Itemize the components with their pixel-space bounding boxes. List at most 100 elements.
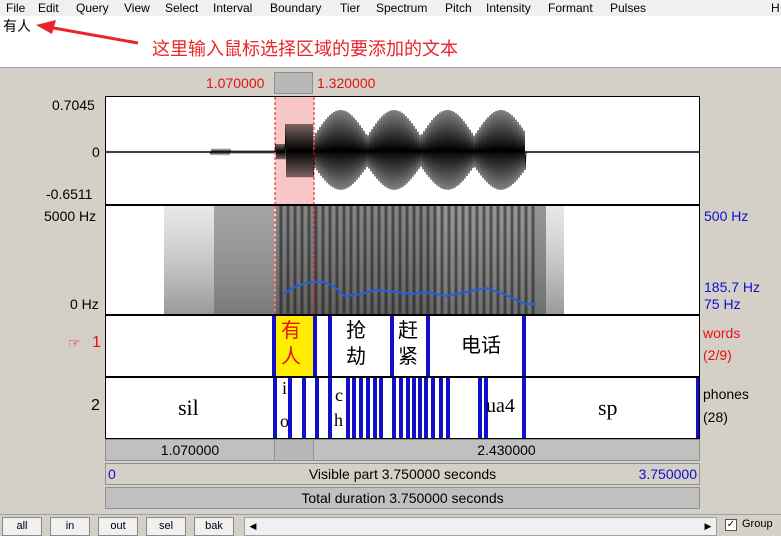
tier2-boundary[interactable] xyxy=(273,378,277,439)
tier1-boundary[interactable] xyxy=(328,316,332,376)
spectrogram-plot xyxy=(164,206,564,314)
tier2-boundary[interactable] xyxy=(446,378,450,439)
spectrogram-bottom-label: 0 Hz xyxy=(70,296,99,312)
tier2-boundary[interactable] xyxy=(439,378,443,439)
menu-select[interactable]: Select xyxy=(165,1,198,15)
tier2-boundary[interactable] xyxy=(352,378,356,439)
annotation-text: 这里输入鼠标选择区域的要添加的文本 xyxy=(152,39,458,59)
selected-interval[interactable]: 有 人 xyxy=(275,316,314,376)
tier2-boundary[interactable] xyxy=(346,378,350,439)
interval-text-field[interactable]: 有人 这里输入鼠标选择区域的要添加的文本 xyxy=(0,16,781,68)
tier2-boundary[interactable] xyxy=(418,378,422,439)
group-label: Group xyxy=(742,518,773,530)
tier2-boundary[interactable] xyxy=(359,378,363,439)
tier2-boundary[interactable] xyxy=(478,378,482,439)
tier1-interval-label[interactable]: 电话 xyxy=(461,333,501,359)
selection-header-box[interactable] xyxy=(274,72,313,94)
menu-interval[interactable]: Interval xyxy=(213,1,252,15)
tier2-count: (28) xyxy=(703,409,728,425)
segment-left-cell[interactable]: 1.070000 xyxy=(106,440,275,460)
tier1-count: (2/9) xyxy=(703,347,732,363)
menu-query[interactable]: Query xyxy=(76,1,109,15)
zoom-selection-button[interactable]: sel xyxy=(146,517,186,536)
scroll-left-icon[interactable]: ◀ xyxy=(246,519,260,534)
scroll-right-icon[interactable]: ▶ xyxy=(701,519,715,534)
selected-interval-label: 有 人 xyxy=(281,320,301,368)
visible-part-strip[interactable]: 0 Visible part 3.750000 seconds 3.750000 xyxy=(105,463,700,485)
tier2-interval-label[interactable]: o xyxy=(280,411,289,432)
tier2-phones[interactable]: sil i o c h ua4 sp xyxy=(105,377,700,439)
menu-file[interactable]: File xyxy=(6,1,25,15)
tier1-boundary[interactable] xyxy=(313,316,317,376)
tier2-number[interactable]: 2 xyxy=(91,397,100,415)
menu-spectrum[interactable]: Spectrum xyxy=(376,1,427,15)
menu-edit[interactable]: Edit xyxy=(38,1,59,15)
pitch-top-label: 500 Hz xyxy=(704,208,749,224)
tier1-interval-label[interactable]: 抢 劫 xyxy=(346,318,366,370)
selection-end-time: 1.320000 xyxy=(317,75,376,91)
tier2-boundary[interactable] xyxy=(328,378,332,439)
tier2-boundary[interactable] xyxy=(696,378,700,439)
total-duration-strip[interactable]: Total duration 3.750000 seconds xyxy=(105,487,700,509)
tier1-name: words xyxy=(703,325,741,341)
tier2-boundary[interactable] xyxy=(302,378,306,439)
tier2-boundary[interactable] xyxy=(392,378,396,439)
segment-right-cell[interactable]: 2.430000 xyxy=(314,440,699,460)
tier1-interval-label[interactable]: 赶 紧 xyxy=(398,318,418,370)
selection-start-time: 1.070000 xyxy=(206,75,265,91)
horizontal-scrollbar[interactable]: ◀ ▶ xyxy=(244,517,717,536)
bottom-toolbar: all in out sel bak ◀ ▶ ✓ Group xyxy=(0,514,781,536)
tier1-boundary[interactable] xyxy=(390,316,394,376)
zoom-out-button[interactable]: out xyxy=(98,517,138,536)
pitch-bottom-label: 75 Hz xyxy=(704,296,741,312)
pitch-value-label: 185.7 Hz xyxy=(704,279,761,295)
visible-end: 3.750000 xyxy=(638,466,697,482)
menu-pitch[interactable]: Pitch xyxy=(445,1,472,15)
menu-intensity[interactable]: Intensity xyxy=(486,1,531,15)
segment-right-time: 2.430000 xyxy=(477,442,536,458)
menu-formant[interactable]: Formant xyxy=(548,1,593,15)
tier2-boundary[interactable] xyxy=(315,378,319,439)
tier2-interval-label[interactable]: sil xyxy=(178,395,199,421)
tier2-boundary[interactable] xyxy=(366,378,370,439)
tier2-interval-label[interactable]: c xyxy=(335,385,343,406)
tier2-interval-label[interactable]: h xyxy=(334,410,343,431)
tier1-pointer-icon: ☞ xyxy=(68,335,81,351)
zoom-in-button[interactable]: in xyxy=(50,517,90,536)
visible-part-text: Visible part 3.750000 seconds xyxy=(308,466,497,482)
tier2-interval-label[interactable]: ua4 xyxy=(486,395,515,418)
tier2-boundary[interactable] xyxy=(412,378,416,439)
tier2-name: phones xyxy=(703,386,749,402)
zoom-all-button[interactable]: all xyxy=(2,517,42,536)
tier1-number[interactable]: 1 xyxy=(92,334,101,352)
tier1-boundary[interactable] xyxy=(426,316,430,376)
spectrogram-top-label: 5000 Hz xyxy=(44,208,97,224)
tier1-words[interactable]: 有 人 抢 劫 赶 紧 电话 xyxy=(105,315,700,377)
waveform-zero-label: 0 xyxy=(92,144,100,160)
tier2-boundary[interactable] xyxy=(373,378,377,439)
tier2-boundary[interactable] xyxy=(399,378,403,439)
tier2-boundary[interactable] xyxy=(424,378,428,439)
spectrogram-panel[interactable] xyxy=(105,205,700,315)
tier2-boundary[interactable] xyxy=(522,378,526,439)
group-checkbox[interactable]: ✓ xyxy=(725,519,737,531)
waveform-max-label: 0.7045 xyxy=(52,97,95,113)
menu-help[interactable]: H xyxy=(771,1,780,15)
segment-selected-cell[interactable] xyxy=(275,440,314,460)
total-duration-text: Total duration 3.750000 seconds xyxy=(301,490,504,506)
visible-start: 0 xyxy=(108,466,116,482)
tier2-boundary[interactable] xyxy=(379,378,383,439)
zoom-back-button[interactable]: bak xyxy=(194,517,234,536)
tier2-interval-label[interactable]: sp xyxy=(598,395,618,421)
menu-view[interactable]: View xyxy=(124,1,150,15)
menu-tier[interactable]: Tier xyxy=(340,1,360,15)
menu-boundary[interactable]: Boundary xyxy=(270,1,321,15)
tier1-boundary[interactable] xyxy=(522,316,526,376)
tier2-boundary[interactable] xyxy=(431,378,435,439)
tier2-boundary[interactable] xyxy=(406,378,410,439)
waveform-panel[interactable] xyxy=(105,96,700,205)
menu-pulses[interactable]: Pulses xyxy=(610,1,646,15)
segment-strip[interactable]: 1.070000 2.430000 xyxy=(105,439,700,461)
tier2-interval-label[interactable]: i xyxy=(282,378,287,399)
tier1-boundary[interactable] xyxy=(272,316,276,376)
